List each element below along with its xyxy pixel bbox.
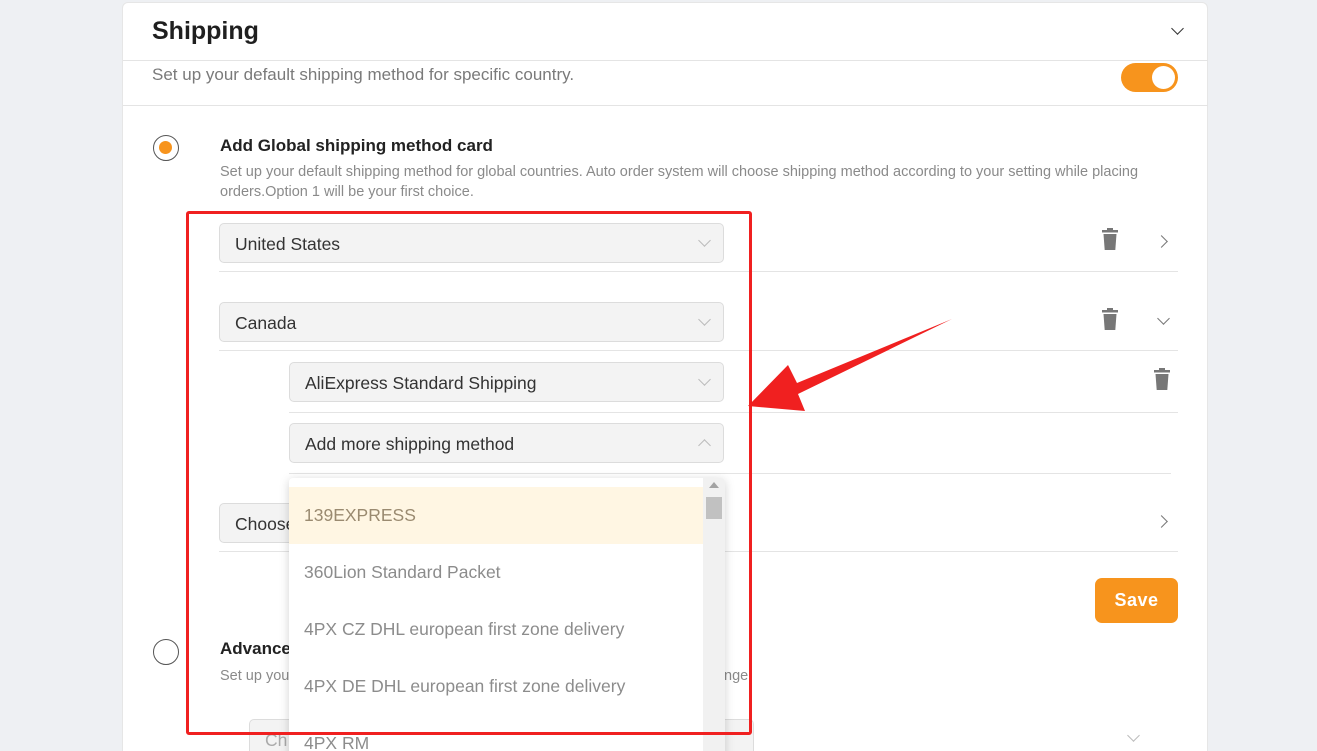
global-option-radio[interactable] [153,135,179,161]
delete-method-icon[interactable] [1154,368,1170,390]
divider [123,60,1208,61]
divider [289,473,1171,474]
global-option-title: Add Global shipping method card [220,136,493,155]
shipping-method-value: AliExpress Standard Shipping [305,373,537,393]
delete-country-icon[interactable] [1102,308,1118,330]
advanced-option-title: Advance [220,639,291,658]
collapse-country-icon[interactable] [1157,312,1170,325]
delete-country-icon[interactable] [1102,228,1118,250]
country-select-united-states[interactable]: United States [219,223,724,263]
country-select-value: United States [235,234,341,254]
country-select-canada[interactable]: Canada [219,302,724,342]
global-option-description: Set up your default shipping method for … [220,164,1139,200]
add-method-placeholder: Add more shipping method [305,434,515,454]
divider [219,271,1178,272]
advanced-option-description: Set up you [220,668,290,684]
default-shipping-toggle[interactable] [1121,63,1178,92]
chevron-down-icon[interactable] [1127,729,1140,742]
chevron-down-icon [698,373,711,386]
scroll-up-icon[interactable] [709,482,719,488]
expand-country-icon[interactable] [1155,515,1168,528]
dropdown-scrollbar[interactable] [703,478,725,751]
shipping-method-select[interactable]: AliExpress Standard Shipping [289,362,724,402]
radio-dot [159,141,172,154]
chevron-up-icon [698,439,711,452]
dropdown-option[interactable]: 360Lion Standard Packet [289,544,703,601]
shipping-method-dropdown: 139EXPRESS 360Lion Standard Packet 4PX C… [289,478,725,751]
dropdown-option[interactable]: 4PX CZ DHL european first zone delivery [289,601,703,658]
default-shipping-description: Set up your default shipping method for … [152,65,575,84]
divider [123,105,1208,106]
country-select-value: Canada [235,313,297,333]
country-select-value: Choose [235,514,296,534]
advanced-option-description-tail: nge. [724,668,753,684]
save-button[interactable]: Save [1095,578,1178,623]
dropdown-option[interactable]: 139EXPRESS [289,487,703,544]
scroll-thumb[interactable] [706,497,722,519]
toggle-knob [1152,66,1175,89]
add-shipping-method-select[interactable]: Add more shipping method [289,423,724,463]
divider [219,350,1178,351]
section-title: Shipping [152,17,259,45]
chevron-down-icon [698,234,711,247]
expand-country-icon[interactable] [1155,235,1168,248]
dropdown-option[interactable]: 4PX DE DHL european first zone delivery [289,658,703,715]
advanced-option-radio[interactable] [153,639,179,665]
dropdown-option[interactable]: 4PX RM [289,715,703,751]
collapse-chevron-icon[interactable] [1171,22,1184,35]
chevron-down-icon [698,313,711,326]
advanced-select-value: Ch [265,730,288,750]
divider [289,412,1178,413]
